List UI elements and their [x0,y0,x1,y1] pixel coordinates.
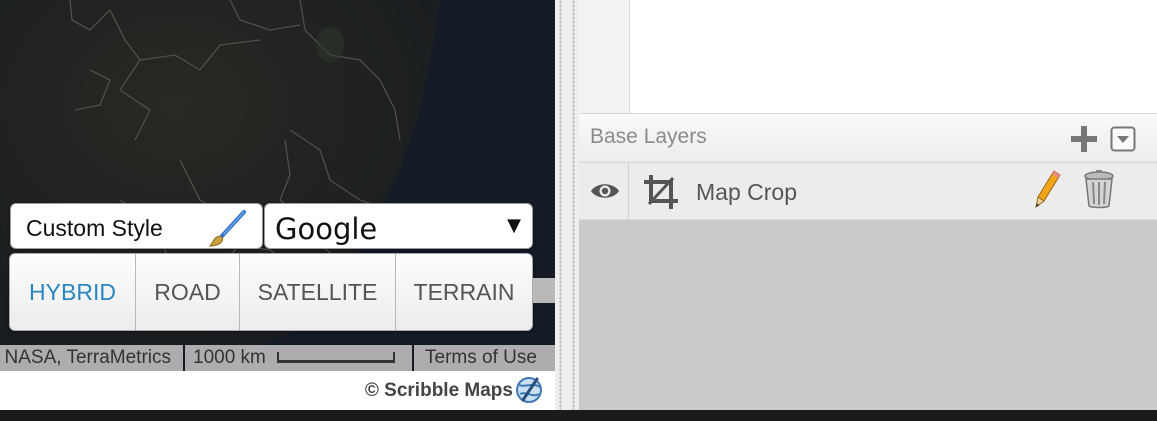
scribble-globe-icon[interactable] [515,376,543,404]
splitter-grip-left [559,0,562,410]
window-bottom-edge [0,410,1157,421]
layer-visibility-toggle[interactable] [579,163,629,220]
scale-bar [277,352,395,363]
brand-footer: © Scribble Maps [0,371,555,410]
map-type-road-button[interactable]: ROAD [136,254,240,330]
base-layers-header: Base Layers [579,113,1157,163]
map-side-strip [533,278,555,303]
layers-panel: Base Layers Map Crop [579,0,1157,410]
paintbrush-icon [208,210,246,247]
terms-of-use-link[interactable]: Terms of Use [414,345,555,371]
scale-label: 1000 km [193,347,266,368]
map-type-satellite-button[interactable]: SATELLITE [240,254,396,330]
layers-list-content [629,0,1157,113]
layers-list-area [579,0,1157,113]
map-type-terrain-button[interactable]: TERRAIN [396,254,532,330]
layer-row-map-crop[interactable]: Map Crop [579,163,1157,220]
map-provider-select[interactable]: Google ▼ [264,203,533,249]
custom-style-button[interactable]: Custom Style [10,203,263,249]
imagery-attribution: NASA, TerraMetrics [0,345,183,371]
collapse-icon[interactable] [1110,126,1136,152]
plus-icon[interactable] [1069,124,1099,154]
attribution-text: NASA, TerraMetrics [4,347,171,368]
splitter-grip-right [572,0,575,410]
map-type-selector: HYBRID ROAD SATELLITE TERRAIN [9,253,533,331]
crop-icon [644,175,678,209]
map-attribution-bar: NASA, TerraMetrics 1000 km Terms of Use [0,345,555,371]
map-view[interactable]: Custom Style Google ▼ HYBRID ROAD SATELL… [0,0,555,410]
brand-text: © Scribble Maps [364,380,513,401]
map-type-hybrid-button[interactable]: HYBRID [10,254,136,330]
panel-splitter[interactable] [555,0,579,410]
dropdown-caret-icon: ▼ [507,215,521,236]
eye-icon [591,184,619,198]
custom-style-label: Custom Style [26,215,163,241]
trash-icon[interactable] [1082,169,1116,209]
pencil-icon[interactable] [1032,169,1062,209]
provider-selected-value: Google [275,212,378,246]
scale-control[interactable]: 1000 km [185,345,412,371]
layer-name: Map Crop [696,179,797,205]
base-layers-title: Base Layers [590,125,707,148]
